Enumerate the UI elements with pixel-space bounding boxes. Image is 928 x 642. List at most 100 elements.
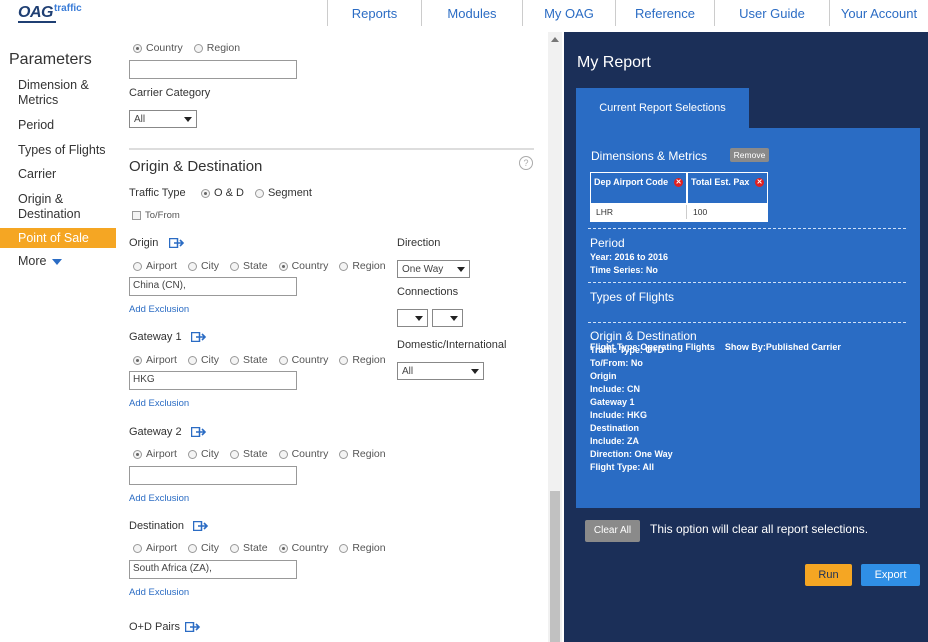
sidebar-item-carrier[interactable]: Carrier — [0, 167, 116, 182]
nav-modules[interactable]: Modules — [421, 0, 522, 26]
sidebar-item-origin-destination[interactable]: Origin & Destination — [0, 192, 116, 222]
radio-button[interactable] — [201, 188, 210, 198]
sidebar-item-period[interactable]: Period — [0, 118, 116, 133]
radio-button[interactable] — [339, 355, 349, 365]
origin-add-exclusion-link[interactable]: Add Exclusion — [129, 304, 189, 315]
radio-region[interactable]: Region — [339, 542, 386, 554]
radio-button[interactable] — [278, 543, 288, 553]
gateway1-input[interactable]: HKG — [129, 371, 297, 390]
radio-segment[interactable]: Segment — [254, 187, 312, 199]
remove-button[interactable]: Remove — [730, 148, 769, 162]
radio-label: Airport — [146, 542, 177, 554]
radio-button[interactable] — [278, 261, 288, 271]
radio-button[interactable] — [339, 543, 349, 553]
radio-button[interactable] — [133, 261, 142, 271]
help-icon[interactable]: ? — [519, 156, 533, 170]
radio-button[interactable] — [230, 355, 240, 365]
destination-add-exclusion-link[interactable]: Add Exclusion — [129, 587, 189, 598]
radio-button[interactable] — [339, 261, 349, 271]
radio-state[interactable]: State — [230, 542, 268, 554]
gateway1-add-exclusion-link[interactable]: Add Exclusion — [129, 398, 189, 409]
radio-state[interactable]: State — [230, 354, 268, 366]
radio-country[interactable]: Country — [133, 42, 183, 54]
radio-button[interactable] — [230, 543, 240, 553]
domestic-international-select[interactable]: All — [397, 362, 484, 380]
export-arrow-icon[interactable] — [193, 521, 209, 532]
nav-reports[interactable]: Reports — [327, 0, 421, 26]
clear-all-button[interactable]: Clear All — [585, 520, 640, 542]
radio-airport[interactable]: Airport — [133, 260, 177, 272]
radio-state[interactable]: State — [230, 448, 268, 460]
export-arrow-icon[interactable] — [190, 427, 207, 438]
export-arrow-icon[interactable] — [190, 332, 207, 343]
radio-button[interactable] — [187, 543, 197, 553]
gateway2-add-exclusion-link[interactable]: Add Exclusion — [129, 493, 189, 504]
close-x-icon[interactable]: ✕ — [674, 178, 683, 187]
radio-airport[interactable]: Airport — [133, 542, 177, 554]
carrier-category-select[interactable]: All — [129, 110, 197, 128]
run-button[interactable]: Run — [805, 564, 852, 586]
nav-your-account[interactable]: Your Account — [829, 0, 928, 26]
tab-current-report-selections[interactable]: Current Report Selections — [576, 88, 749, 128]
direction-select[interactable]: One Way — [397, 260, 470, 278]
sidebar-item-dimension-metrics[interactable]: Dimension & Metrics — [0, 78, 116, 108]
radio-button[interactable] — [133, 355, 142, 365]
sidebar-item-types-of-flights[interactable]: Types of Flights — [0, 143, 116, 158]
origin-input[interactable]: China (CN), — [129, 277, 297, 296]
radio-button[interactable] — [278, 355, 288, 365]
radio-country[interactable]: Country — [278, 542, 329, 554]
radio-button[interactable] — [133, 543, 142, 553]
form-scrollbar[interactable] — [548, 32, 562, 642]
nav-my-oag[interactable]: My OAG — [522, 0, 615, 26]
radio-city[interactable]: City — [187, 448, 219, 460]
radio-button[interactable] — [187, 355, 197, 365]
radio-country[interactable]: Country — [278, 260, 328, 272]
destination-input[interactable]: South Africa (ZA), — [129, 560, 297, 579]
pos-location-input[interactable] — [129, 60, 297, 79]
radio-od[interactable]: O & D — [201, 187, 244, 199]
scrollbar-thumb[interactable] — [550, 491, 560, 642]
radio-button[interactable] — [193, 43, 203, 53]
radio-button[interactable] — [230, 261, 240, 271]
radio-region[interactable]: Region — [339, 260, 386, 272]
radio-region[interactable]: Region — [339, 354, 386, 366]
connections-max-select[interactable] — [432, 309, 463, 327]
export-arrow-icon[interactable] — [185, 622, 201, 633]
nav-user-guide[interactable]: User Guide — [714, 0, 829, 26]
radio-button[interactable] — [187, 261, 197, 271]
sidebar-item-more[interactable]: More — [0, 254, 116, 269]
radio-region[interactable]: Region — [193, 42, 240, 54]
radio-country[interactable]: Country — [278, 354, 328, 366]
section-divider — [588, 282, 906, 283]
chevron-down-icon — [184, 116, 192, 122]
radio-city[interactable]: City — [187, 354, 219, 366]
scroll-up-icon[interactable] — [551, 37, 559, 42]
connections-min-select[interactable] — [397, 309, 428, 327]
sidebar-item-point-of-sale[interactable]: Point of Sale — [0, 228, 116, 248]
nav-reference[interactable]: Reference — [615, 0, 714, 26]
export-arrow-icon[interactable] — [169, 238, 185, 249]
radio-button[interactable] — [133, 449, 142, 459]
radio-button[interactable] — [187, 449, 197, 459]
gateway2-input[interactable] — [129, 466, 297, 485]
period-heading: Period — [590, 236, 625, 250]
close-x-icon[interactable]: ✕ — [755, 178, 764, 187]
radio-button[interactable] — [278, 449, 288, 459]
radio-city[interactable]: City — [187, 260, 219, 272]
radio-button[interactable] — [339, 449, 349, 459]
oag-traffic-logo[interactable]: OAGtraffic — [18, 3, 82, 23]
export-button[interactable]: Export — [861, 564, 920, 586]
radio-button[interactable] — [133, 43, 142, 53]
radio-country[interactable]: Country — [278, 448, 328, 460]
radio-label: Country — [291, 542, 329, 554]
radio-airport[interactable]: Airport — [133, 448, 177, 460]
tofrom-checkbox[interactable] — [132, 211, 141, 220]
radio-region[interactable]: Region — [339, 448, 386, 460]
tofrom-checkbox-row[interactable]: To/From — [132, 210, 180, 221]
radio-city[interactable]: City — [187, 542, 219, 554]
radio-airport[interactable]: Airport — [133, 354, 177, 366]
traffic-type-label: Traffic Type — [129, 187, 186, 199]
radio-button[interactable] — [254, 188, 264, 198]
radio-button[interactable] — [230, 449, 240, 459]
radio-state[interactable]: State — [230, 260, 268, 272]
